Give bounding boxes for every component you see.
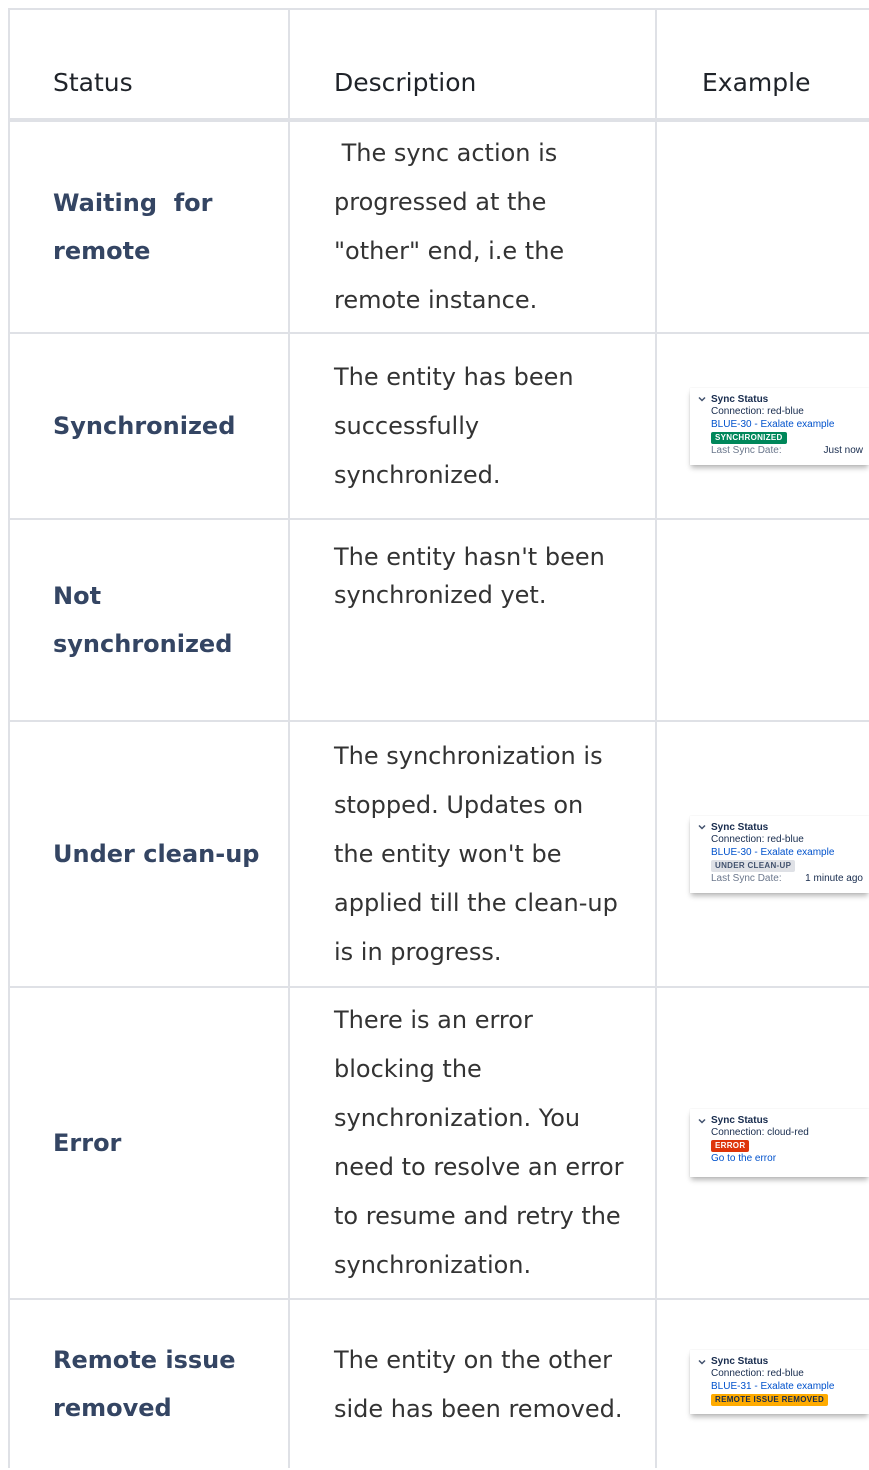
last-sync-value: Just now <box>823 444 863 456</box>
table-row-status: Under clean-up <box>53 722 288 986</box>
status-badge: ERROR <box>711 1140 750 1152</box>
column-divider <box>655 8 657 1468</box>
sync-status-card: Sync Status Connection: red-blue BLUE-30… <box>690 815 869 893</box>
sync-status-card: Sync Status Connection: red-blue BLUE-30… <box>690 387 869 465</box>
issue-link[interactable]: BLUE-30 - Exalate example <box>711 846 863 859</box>
example-cell: Sync Status Connection: cloud-red ERROR … <box>690 988 869 1298</box>
description-text: The sync action is progressed at the "ot… <box>334 139 565 314</box>
status-label: Synchronized <box>53 412 236 440</box>
header-example-cell: Example <box>702 8 869 156</box>
table-row-description: The entity hasn't been synchronized yet. <box>334 520 654 720</box>
connection-text: Connection: red-blue <box>711 1368 804 1379</box>
header-example: Example <box>702 67 811 97</box>
table-row-status: Synchronized <box>53 334 288 518</box>
issue-link[interactable]: BLUE-30 - Exalate example <box>711 418 863 431</box>
example-cell: Sync Status Connection: red-blue BLUE-31… <box>690 1300 869 1470</box>
table-row-description: The synchronization is stopped. Updates … <box>334 722 654 986</box>
connection-text: Connection: cloud-red <box>711 1127 809 1138</box>
sync-status-title: Sync Status <box>711 821 769 833</box>
status-label: Remote issue removed <box>53 1346 236 1422</box>
chevron-down-icon[interactable] <box>698 1117 706 1125</box>
description-text: The entity on the other side has been re… <box>334 1346 623 1423</box>
status-badge: SYNCHRONIZED <box>711 431 787 444</box>
chevron-down-icon[interactable] <box>698 1358 706 1366</box>
error-link[interactable]: Go to the error <box>711 1152 863 1165</box>
description-text: The entity hasn't been synchronized yet. <box>334 543 605 609</box>
last-sync-label: Last Sync Date: <box>711 872 782 884</box>
table-row-status: Not synchronized <box>53 520 288 720</box>
last-sync-label: Last Sync Date: <box>711 444 782 456</box>
status-label: Not synchronized <box>53 582 233 658</box>
sync-status-title: Sync Status <box>711 1115 769 1126</box>
status-badge: REMOTE ISSUE REMOVED <box>711 1394 829 1406</box>
status-label: Under clean-up <box>53 840 260 868</box>
last-sync-row: Last Sync Date: 1 minute ago <box>711 872 863 885</box>
table-row-status: Error <box>53 988 288 1298</box>
table-row-description: The sync action is progressed at the "ot… <box>334 122 654 332</box>
status-badge: UNDER CLEAN-UP <box>711 859 796 872</box>
last-sync-value: 1 minute ago <box>805 872 863 884</box>
table-row-status: Waiting for remote <box>53 122 288 332</box>
example-cell: Sync Status Connection: red-blue BLUE-30… <box>690 334 869 518</box>
table-row-status: Remote issue removed <box>53 1300 288 1470</box>
header-status: Status <box>53 67 133 97</box>
description-text: The entity has been successfully synchro… <box>334 362 574 489</box>
chevron-down-icon[interactable] <box>698 823 706 831</box>
table-row-description: There is an error blocking the synchroni… <box>334 988 654 1298</box>
description-text: The synchronization is stopped. Updates … <box>334 741 618 966</box>
last-sync-row: Last Sync Date: Just now <box>711 444 863 457</box>
sync-status-card: Sync Status Connection: red-blue BLUE-31… <box>690 1350 869 1414</box>
table-row-description: The entity has been successfully synchro… <box>334 334 654 518</box>
status-label: Waiting for remote <box>53 189 213 265</box>
table-left-border <box>8 8 10 1468</box>
column-divider <box>288 8 290 1468</box>
chevron-down-icon[interactable] <box>698 395 706 403</box>
sync-status-title: Sync Status <box>711 1356 769 1367</box>
example-cell: Sync Status Connection: red-blue BLUE-30… <box>690 722 869 986</box>
connection-text: Connection: red-blue <box>711 405 804 417</box>
description-text: There is an error blocking the synchroni… <box>334 1006 624 1279</box>
header-description: Description <box>334 67 477 97</box>
sync-status-card: Sync Status Connection: cloud-red ERROR … <box>690 1109 869 1177</box>
table-header-row: Status Description Example <box>8 8 869 120</box>
table-row-description: The entity on the other side has been re… <box>334 1300 654 1470</box>
status-label: Error <box>53 1129 122 1157</box>
sync-status-title: Sync Status <box>711 393 769 405</box>
connection-text: Connection: red-blue <box>711 833 804 845</box>
issue-link[interactable]: BLUE-31 - Exalate example <box>711 1380 863 1393</box>
